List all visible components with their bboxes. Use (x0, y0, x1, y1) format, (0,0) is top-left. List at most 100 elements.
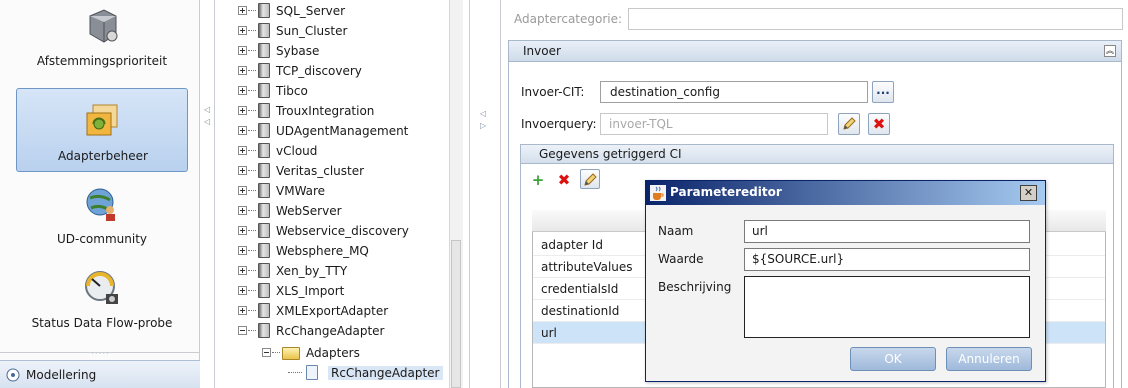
tree-connector (248, 70, 256, 71)
expand-icon[interactable] (238, 66, 247, 75)
folder-icon (258, 263, 270, 278)
tree-item-label: Websphere_MQ (276, 244, 369, 258)
tree-item-adapters-folder[interactable]: Adapters (262, 344, 442, 364)
nav-section-modellering[interactable]: Modellering (0, 360, 200, 388)
collapse-left-icon[interactable]: ◁ (204, 118, 210, 126)
tree-item[interactable]: WebServer (238, 202, 448, 222)
tree-item[interactable]: Websphere_MQ (238, 242, 448, 262)
collapse-icon[interactable] (238, 326, 247, 335)
tree-item[interactable]: Sun_Cluster (238, 22, 448, 42)
expand-right-icon[interactable]: ▷ (480, 122, 486, 130)
dialog-title-bar[interactable]: Parametereditor (646, 181, 1045, 205)
tree-item[interactable]: SQL_Server (238, 2, 448, 22)
expand-icon[interactable] (238, 226, 247, 235)
gegevens-section-header[interactable]: Gegevens getriggerd CI (520, 144, 1114, 164)
add-parameter-button[interactable]: + (528, 170, 548, 190)
red-x-icon: ✖ (872, 115, 886, 133)
expand-icon[interactable] (238, 286, 247, 295)
expand-icon[interactable] (238, 306, 247, 315)
invoer-section-header[interactable]: Invoer (508, 40, 1122, 62)
tree-item[interactable]: Sybase (238, 42, 448, 62)
delete-parameter-button[interactable]: ✖ (554, 170, 574, 190)
tree-connector (248, 50, 256, 51)
dialog-close-button[interactable]: ✕ (1020, 185, 1037, 201)
beschrijving-label: Beschrijving (658, 280, 732, 294)
tree-item-label: Sybase (276, 44, 320, 58)
expand-icon[interactable] (238, 266, 247, 275)
collapse-section-button[interactable]: ︽ (1104, 45, 1116, 57)
tree-item[interactable]: XMLExportAdapter (238, 302, 448, 322)
folder-icon (258, 283, 270, 298)
folder-icon (258, 23, 270, 38)
expand-icon[interactable] (238, 46, 247, 55)
pencil-icon (843, 117, 856, 130)
nav-item-status-data-flow-probe[interactable]: Status Data Flow-probe (16, 266, 188, 338)
tree-connector (248, 10, 256, 11)
chevron-up-icon: ︽ (1106, 46, 1114, 55)
folder-icon (258, 203, 270, 218)
expand-icon[interactable] (238, 126, 247, 135)
tree-connector (248, 310, 256, 311)
expand-icon[interactable] (238, 166, 247, 175)
tree-item[interactable]: TrouxIntegration (238, 102, 448, 122)
folder-icon (258, 143, 270, 158)
nav-item-afstemmingsprioriteit[interactable]: Afstemmingsprioriteit (16, 4, 188, 76)
tree-scrollbar-thumb[interactable] (451, 240, 461, 388)
tree-item[interactable]: UDAgentManagement (238, 122, 448, 142)
clear-query-button[interactable]: ✖ (868, 113, 890, 135)
expand-icon[interactable] (238, 86, 247, 95)
collapse-left-icon[interactable]: ◁ (204, 106, 210, 114)
tree-item[interactable]: TCP_discovery (238, 62, 448, 82)
tree-item-label: XMLExportAdapter (276, 304, 389, 318)
edit-parameter-button[interactable] (580, 169, 600, 189)
expand-icon[interactable] (238, 106, 247, 115)
tree-connector (288, 372, 302, 373)
tree-item[interactable]: Veritas_cluster (238, 162, 448, 182)
expand-icon[interactable] (238, 186, 247, 195)
tree-splitter[interactable]: ◁ ▷ (478, 0, 490, 388)
tree-item[interactable]: RcChangeAdapter (238, 322, 448, 342)
invoerquery-field[interactable]: invoer-TQL (600, 113, 828, 135)
tree-item[interactable]: Tibco (238, 82, 448, 102)
expand-icon[interactable] (238, 6, 247, 15)
adaptercategorie-field[interactable] (628, 8, 1123, 30)
folder-icon (258, 123, 270, 138)
nav-item-adapterbeheer[interactable]: Adapterbeheer (16, 88, 188, 172)
tree-item-label: Webservice_discovery (276, 224, 409, 238)
tree-item[interactable]: VMWare (238, 182, 448, 202)
tree-item-label: SQL_Server (276, 4, 346, 18)
tree-item[interactable]: vCloud (238, 142, 448, 162)
folder-icon (258, 83, 270, 98)
tree-item[interactable]: Webservice_discovery (238, 222, 448, 242)
cancel-button[interactable]: Annuleren (946, 347, 1032, 371)
browse-cit-button[interactable]: ... (872, 81, 894, 103)
folder-icon (258, 303, 270, 318)
invoer-cit-field[interactable]: destination_config (600, 81, 868, 103)
expand-icon[interactable] (238, 146, 247, 155)
expand-icon[interactable] (238, 26, 247, 35)
tree-item[interactable]: XLS_Import (238, 282, 448, 302)
folder-icon (258, 323, 270, 338)
edit-query-button[interactable] (838, 113, 860, 135)
tree-item-label: Xen_by_TTY (276, 264, 348, 278)
dialog-title: Parametereditor (670, 185, 782, 199)
tree-item-rcchangeadapter-file[interactable]: RcChangeAdapter (288, 364, 448, 384)
expand-icon[interactable] (238, 246, 247, 255)
beschrijving-field[interactable] (744, 276, 1030, 338)
nav-splitter[interactable]: ◁ ◁ (202, 0, 214, 388)
collapse-left-icon[interactable]: ◁ (480, 110, 486, 118)
waarde-field[interactable]: ${SOURCE.url} (744, 248, 1030, 271)
tree-item[interactable]: Xen_by_TTY (238, 262, 448, 282)
nav-item-ud-community[interactable]: UD-community (16, 182, 188, 254)
tree-item-label: RcChangeAdapter (276, 324, 385, 338)
invoer-cit-label: Invoer-CIT: (521, 85, 585, 99)
nav-resize-grip[interactable]: · · · · · (0, 352, 200, 358)
folder-icon (258, 43, 270, 58)
nav-item-label: UD-community (56, 232, 148, 246)
ok-button[interactable]: OK (850, 347, 936, 371)
collapse-icon[interactable] (262, 348, 271, 357)
tree-item-label: Tibco (276, 84, 308, 98)
expand-icon[interactable] (238, 206, 247, 215)
modeling-icon (6, 368, 20, 382)
naam-field[interactable]: url (744, 220, 1030, 243)
